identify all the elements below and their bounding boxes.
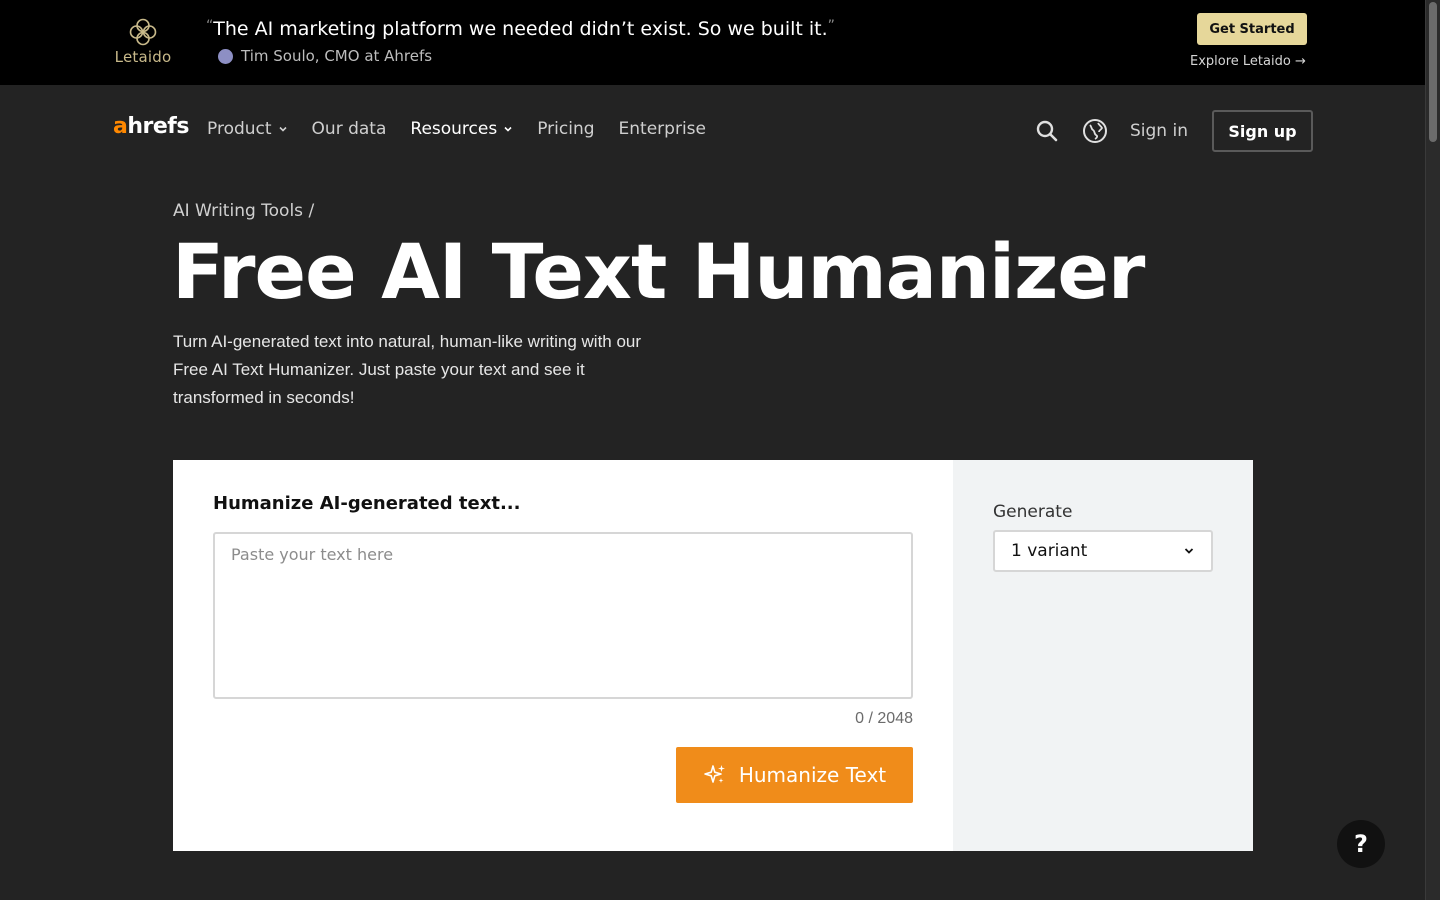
nav-item-our-data[interactable]: Our data [312, 119, 387, 139]
nav-item-label: Resources [410, 119, 498, 139]
quote-text: The AI marketing platform we needed didn… [213, 18, 828, 40]
breadcrumb[interactable]: AI Writing Tools / [173, 201, 314, 221]
nav-item-label: Pricing [537, 119, 595, 139]
quote-close-mark: ” [827, 18, 835, 34]
nav-right: Sign in [1034, 110, 1188, 152]
nav-item-label: Our data [311, 119, 387, 139]
main-nav: Product Our data Resources Pricing Enter… [207, 119, 706, 139]
scrollbar-thumb[interactable] [1429, 2, 1437, 142]
author-name: Tim Soulo, CMO at Ahrefs [241, 47, 433, 65]
variant-select[interactable]: 1 variant [993, 530, 1213, 572]
author-avatar [218, 48, 233, 64]
nav-item-label: Product [207, 119, 272, 139]
tool-heading: Humanize AI-generated text... [213, 493, 521, 514]
chevron-down-icon [1184, 548, 1194, 554]
tool-options-panel: Generate 1 variant [953, 460, 1253, 851]
tool-main-panel: Humanize AI-generated text... 0 / 2048 H… [173, 460, 953, 851]
sparkle-icon [704, 765, 725, 783]
letaido-logo-icon [129, 18, 157, 46]
humanize-button-label: Humanize Text [738, 763, 887, 787]
promo-banner: Letaido “The AI marketing platform we ne… [0, 0, 1425, 85]
explore-letaido-link[interactable]: Explore Letaido → [1190, 54, 1306, 69]
letaido-logo[interactable]: Letaido [110, 17, 176, 66]
sign-up-button[interactable]: Sign up [1212, 110, 1313, 152]
get-started-button[interactable]: Get Started [1197, 13, 1307, 45]
nav-item-label: Enterprise [618, 119, 706, 139]
promo-quote: “The AI marketing platform we needed did… [206, 18, 835, 40]
nav-item-product[interactable]: Product [207, 119, 288, 139]
page-title: Free AI Text Humanizer [172, 227, 1145, 316]
humanize-text-button[interactable]: Humanize Text [676, 747, 913, 803]
nav-item-resources[interactable]: Resources [410, 119, 513, 139]
language-button[interactable] [1082, 118, 1108, 144]
ahrefs-logo[interactable]: ahrefs [113, 114, 189, 139]
hero-description: Turn AI-generated text into natural, hum… [173, 332, 642, 407]
humanizer-tool-card: Humanize AI-generated text... 0 / 2048 H… [173, 460, 1253, 851]
logo-rest: hrefs [127, 114, 189, 139]
letaido-logo-text: Letaido [114, 48, 172, 66]
chevron-down-icon [504, 126, 512, 132]
variant-selected-value: 1 variant [1011, 541, 1088, 561]
text-input[interactable] [213, 532, 913, 699]
search-icon [1036, 120, 1058, 142]
promo-author: Tim Soulo, CMO at Ahrefs [218, 47, 432, 65]
chevron-down-icon [278, 126, 287, 132]
sign-in-link[interactable]: Sign in [1130, 121, 1188, 141]
help-button[interactable]: ? [1337, 820, 1385, 868]
globe-icon [1083, 119, 1107, 143]
page-scrollbar[interactable] [1425, 0, 1440, 900]
logo-a: a [113, 114, 128, 139]
generate-label: Generate [993, 502, 1073, 522]
search-button[interactable] [1034, 118, 1060, 144]
character-counter: 0 / 2048 [855, 710, 913, 727]
nav-item-pricing[interactable]: Pricing [537, 119, 594, 139]
nav-item-enterprise[interactable]: Enterprise [619, 119, 706, 139]
